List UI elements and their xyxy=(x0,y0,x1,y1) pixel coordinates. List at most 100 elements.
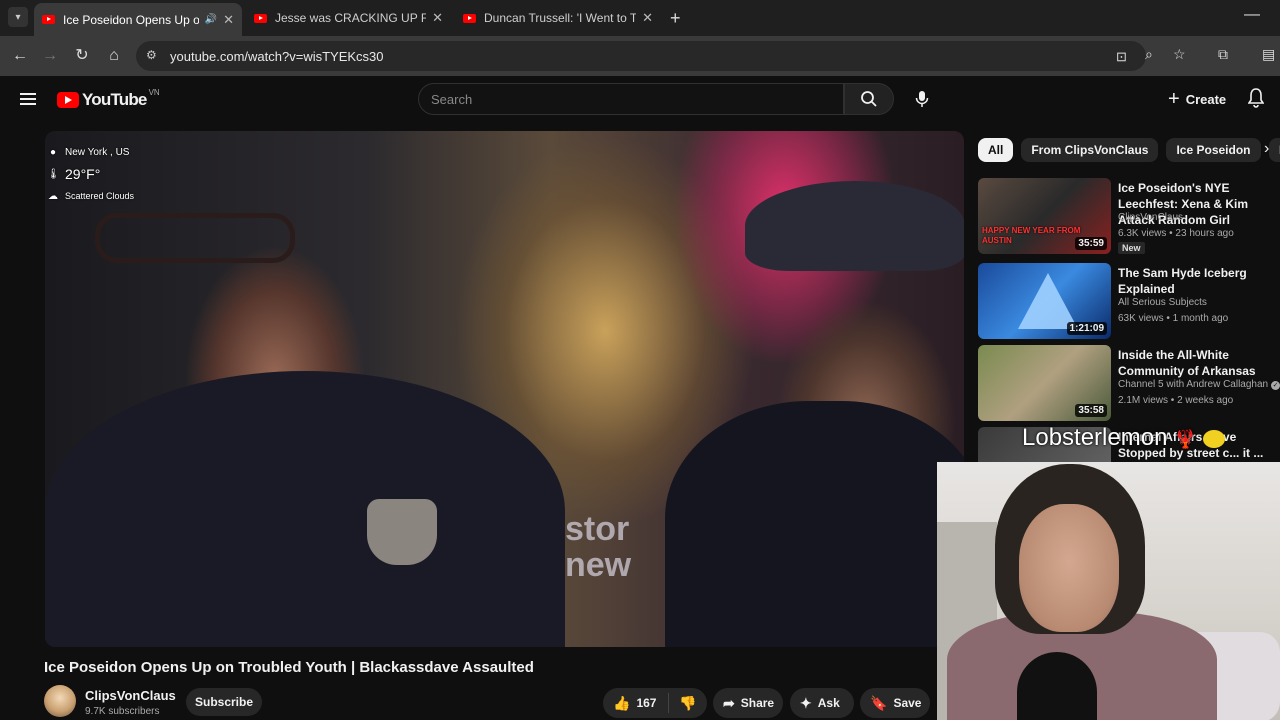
reload-icon[interactable]: ↻ xyxy=(72,46,92,66)
tab-search-chevron-icon[interactable]: ▾ xyxy=(8,7,28,27)
search-icon xyxy=(861,91,877,107)
video-title: Ice Poseidon Opens Up on Troubled Youth … xyxy=(44,659,534,676)
tab-close-icon[interactable]: ✕ xyxy=(642,10,653,26)
stream-weather-overlay: ● New York , US 🌡 29°F° ☁ Scattered Clouds xyxy=(47,141,134,207)
plus-icon: + xyxy=(1168,87,1180,110)
recommendation-stats: 63K views • 1 month ago xyxy=(1118,313,1229,324)
bookmark-icon: 🔖 xyxy=(870,694,888,711)
share-button[interactable]: ➦ Share xyxy=(713,688,783,718)
verified-check-icon: ✓ xyxy=(1271,381,1280,390)
recommendation-item[interactable]: 35:58 Inside the All-White Community of … xyxy=(978,345,1280,421)
iceberg-graphic xyxy=(1018,273,1078,329)
video-frame-person-right xyxy=(665,401,964,647)
video-frame-glasses xyxy=(95,213,295,263)
cloud-icon: ☁ xyxy=(48,190,58,202)
youtube-favicon-icon xyxy=(254,13,267,23)
youtube-play-icon xyxy=(57,92,79,108)
chip-from-channel[interactable]: From ClipsVonClaus xyxy=(1021,138,1159,162)
install-app-icon[interactable]: ⊡ xyxy=(1116,49,1127,65)
recommendation-channel[interactable]: All Serious Subjects xyxy=(1118,297,1207,308)
youtube-favicon-icon xyxy=(42,15,55,24)
browser-tab[interactable]: Duncan Trussell: 'I Went to The ✕ xyxy=(455,4,661,32)
weather-conditions: Scattered Clouds xyxy=(65,191,135,201)
search-input[interactable] xyxy=(419,84,843,114)
chip-all[interactable]: All xyxy=(978,138,1014,162)
recommendation-stats: 2.1M views • 2 weeks ago xyxy=(1118,395,1234,406)
subscriber-count: 9.7K subscribers xyxy=(85,706,160,717)
logo-wordmark: YouTube xyxy=(82,90,147,109)
streamer-webcam xyxy=(937,462,1280,720)
video-duration: 1:21:09 xyxy=(1066,322,1107,335)
create-label: Create xyxy=(1185,91,1227,107)
youtube-favicon-icon xyxy=(463,13,476,23)
save-button[interactable]: 🔖 Save xyxy=(860,688,930,718)
search-field[interactable] xyxy=(418,83,844,115)
bookmark-star-icon[interactable]: ☆ xyxy=(1173,46,1186,63)
tab-close-icon[interactable]: ✕ xyxy=(432,10,443,26)
video-thumbnail[interactable]: 1:21:09 xyxy=(978,263,1111,339)
dislike-button[interactable]: 👎 xyxy=(669,695,702,712)
recommendation-stats: 6.3K views • 23 hours ago xyxy=(1118,228,1234,239)
chevron-right-icon[interactable]: › xyxy=(1264,140,1269,158)
channel-name[interactable]: ClipsVonClaus xyxy=(85,688,176,703)
menu-icon[interactable] xyxy=(20,93,36,105)
recommendation-item[interactable]: HAPPY NEW YEAR FROM AUSTIN 35:59 Ice Pos… xyxy=(978,178,1278,254)
thumbs-up-icon: 👍 xyxy=(613,694,631,711)
address-bar[interactable]: ⚙ youtube.com/watch?v=wisTYEKcs30 ⊡ xyxy=(136,41,1146,71)
lobster-icon: 🦞 xyxy=(1174,429,1197,449)
address-url[interactable]: youtube.com/watch?v=wisTYEKcs30 xyxy=(170,49,384,64)
tab-title: Ice Poseidon Opens Up on xyxy=(63,12,199,27)
new-tab-plus-icon[interactable]: + xyxy=(670,8,681,29)
video-thumbnail[interactable]: 35:58 xyxy=(978,345,1111,421)
create-button[interactable]: + Create xyxy=(1160,84,1234,114)
profile-menu-icon[interactable]: ▤ xyxy=(1262,46,1275,63)
browser-tab-active[interactable]: Ice Poseidon Opens Up on 🔊 ✕ xyxy=(34,3,242,36)
minimize-window-icon[interactable]: — xyxy=(1244,6,1260,24)
recommendation-channel[interactable]: Channel 5 with Andrew Callaghan ✓ xyxy=(1118,379,1280,390)
webcam-face xyxy=(1019,504,1119,632)
ask-label: Ask xyxy=(817,696,840,710)
home-icon[interactable]: ⌂ xyxy=(104,46,124,66)
save-label: Save xyxy=(893,696,922,710)
zoom-icon[interactable]: ⌕ xyxy=(1145,46,1153,63)
recommendation-channel-name: Channel 5 with Andrew Callaghan xyxy=(1118,379,1269,390)
video-thumbnail[interactable]: HAPPY NEW YEAR FROM AUSTIN 35:59 xyxy=(978,178,1111,254)
speaker-icon[interactable]: 🔊 xyxy=(205,14,217,25)
like-count: 167 xyxy=(636,696,657,710)
browser-tab-bar: ▾ Ice Poseidon Opens Up on 🔊 ✕ Jesse was… xyxy=(0,0,1280,36)
sparkle-icon: ✦ xyxy=(800,694,812,711)
tab-title: Jesse was CRACKING UP For RA xyxy=(275,11,427,25)
chip-related[interactable]: Re xyxy=(1268,138,1280,162)
site-info-icon[interactable]: ⚙ xyxy=(146,48,157,62)
new-badge: New xyxy=(1118,242,1145,254)
notifications-bell-icon[interactable] xyxy=(1247,88,1265,113)
extensions-icon[interactable]: ⧉ xyxy=(1218,46,1228,63)
recommendation-title[interactable]: Inside the All-White Community of Arkans… xyxy=(1118,347,1278,379)
voice-search-button[interactable] xyxy=(906,83,938,115)
streamer-name: Lobsterlemon xyxy=(1022,424,1168,451)
recommendation-channel[interactable]: ClipsVonClaus xyxy=(1118,212,1183,223)
streamer-name-overlay: Lobsterlemon 🦞 xyxy=(1022,424,1226,452)
browser-tab[interactable]: Jesse was CRACKING UP For RA ✕ xyxy=(246,4,451,32)
region-code: VN xyxy=(148,87,160,97)
weather-temperature: 29°F° xyxy=(65,166,101,182)
like-dislike-group: 👍 167 👎 xyxy=(603,688,707,718)
recommendation-title[interactable]: The Sam Hyde Iceberg Explained xyxy=(1118,265,1278,297)
location-pin-icon: ● xyxy=(49,146,57,158)
youtube-logo[interactable]: YouTube VN xyxy=(57,87,160,110)
thermometer-icon: 🌡 xyxy=(47,168,60,180)
ask-button[interactable]: ✦ Ask xyxy=(790,688,854,718)
video-player[interactable]: stor new ● New York , US 🌡 29°F° ☁ Scattered… xyxy=(45,131,964,647)
subscribe-button[interactable]: Subscribe xyxy=(186,688,262,716)
search-button[interactable] xyxy=(844,83,894,115)
chip-ice-poseidon[interactable]: Ice Poseidon xyxy=(1166,138,1261,162)
microphone-icon xyxy=(915,91,929,107)
tab-close-icon[interactable]: ✕ xyxy=(223,12,234,28)
channel-avatar[interactable] xyxy=(44,685,76,717)
like-button[interactable]: 👍 167 xyxy=(603,693,669,713)
video-frame-store-sign: stor new xyxy=(565,510,632,584)
forward-arrow-icon[interactable]: → xyxy=(40,46,60,66)
back-arrow-icon[interactable]: ← xyxy=(10,46,30,66)
recommendation-item[interactable]: 1:21:09 The Sam Hyde Iceberg Explained A… xyxy=(978,263,1278,339)
thumbs-down-icon: 👎 xyxy=(679,694,697,711)
